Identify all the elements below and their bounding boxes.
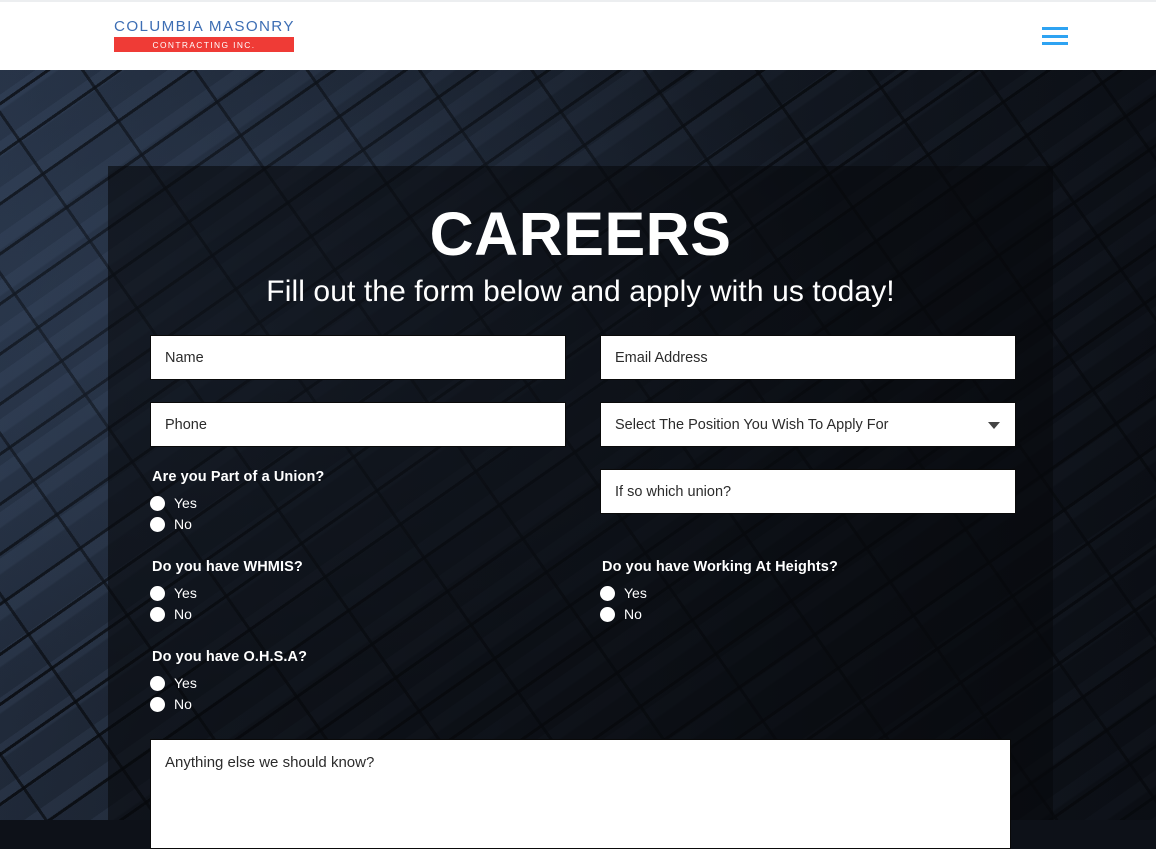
hamburger-bar-1 (1042, 27, 1068, 30)
heights-radio-no[interactable]: No (600, 606, 1016, 622)
whmis-question-block: Do you have WHMIS? Yes No (150, 559, 566, 627)
whmis-radio-no[interactable]: No (150, 606, 566, 622)
ohsa-question-label: Do you have O.H.S.A? (152, 649, 308, 666)
union-name-input[interactable] (600, 469, 1016, 515)
ohsa-radio-no[interactable]: No (150, 696, 566, 712)
radio-icon[interactable] (150, 516, 165, 532)
hamburger-bar-2 (1042, 34, 1068, 38)
whmis-question-label: Do you have WHMIS? (152, 559, 303, 576)
form-row-1 (150, 335, 1016, 381)
form-row-5-spacer (600, 649, 1016, 717)
phone-input[interactable] (150, 402, 566, 448)
position-select[interactable]: Select The Position You Wish To Apply Fo… (600, 402, 1016, 448)
logo-red-bar: CONTRACTING INC. (114, 37, 294, 52)
form-row-3: Are you Part of a Union? Yes No (150, 469, 1016, 537)
logo-company-name: COLUMBIA MASONRY (114, 18, 295, 35)
page-title: CAREERS (429, 200, 732, 268)
union-question-block: Are you Part of a Union? Yes No (150, 469, 566, 537)
union-radio-no[interactable]: No (150, 516, 566, 532)
union-name-field-wrap (600, 469, 1016, 537)
form-row-5: Do you have O.H.S.A? Yes No (150, 649, 1011, 717)
email-input[interactable] (600, 335, 1016, 381)
ohsa-radio-yes[interactable]: Yes (150, 675, 566, 691)
name-input[interactable] (150, 335, 566, 381)
site-logo[interactable]: COLUMBIA MASONRY CONTRACTING INC. (114, 18, 294, 52)
form-row-6 (150, 739, 1011, 849)
site-header: COLUMBIA MASONRY CONTRACTING INC. (0, 0, 1156, 70)
careers-form-panel: CAREERS Fill out the form below and appl… (108, 166, 1053, 849)
whmis-radio-yes[interactable]: Yes (150, 585, 566, 601)
hamburger-bar-3 (1042, 42, 1068, 45)
form-row-4: Do you have WHMIS? Yes No Do you have Wo… (150, 559, 1011, 627)
heights-radio-yes-label: Yes (624, 585, 647, 602)
whmis-radio-no-label: No (174, 606, 192, 623)
ohsa-radio-yes-label: Yes (174, 675, 197, 692)
hamburger-menu-icon[interactable] (1042, 25, 1068, 47)
radio-icon[interactable] (150, 696, 165, 712)
union-question-label: Are you Part of a Union? (152, 469, 325, 486)
union-radio-yes-label: Yes (174, 495, 197, 512)
heights-radio-yes[interactable]: Yes (600, 585, 1016, 601)
position-select-wrap[interactable]: Select The Position You Wish To Apply Fo… (600, 402, 1016, 448)
radio-icon[interactable] (600, 585, 615, 601)
heights-question-block: Do you have Working At Heights? Yes No (600, 559, 1016, 627)
radio-icon[interactable] (150, 675, 165, 691)
message-textarea[interactable] (150, 739, 1011, 849)
email-field-wrap (600, 335, 1016, 381)
ohsa-question-block: Do you have O.H.S.A? Yes No (150, 649, 566, 717)
union-radio-no-label: No (174, 516, 192, 533)
phone-field-wrap (150, 402, 566, 448)
form-row-2: Select The Position You Wish To Apply Fo… (150, 402, 1016, 448)
radio-icon[interactable] (150, 495, 165, 511)
radio-icon[interactable] (150, 606, 165, 622)
ohsa-radio-no-label: No (174, 696, 192, 713)
page-subtitle: Fill out the form below and apply with u… (266, 275, 895, 309)
radio-icon[interactable] (600, 606, 615, 622)
whmis-radio-yes-label: Yes (174, 585, 197, 602)
heights-radio-no-label: No (624, 606, 642, 623)
heights-question-label: Do you have Working At Heights? (602, 559, 838, 576)
logo-tagline: CONTRACTING INC. (152, 39, 256, 50)
union-radio-yes[interactable]: Yes (150, 495, 566, 511)
radio-icon[interactable] (150, 585, 165, 601)
name-field-wrap (150, 335, 566, 381)
careers-form: Select The Position You Wish To Apply Fo… (108, 335, 1053, 849)
